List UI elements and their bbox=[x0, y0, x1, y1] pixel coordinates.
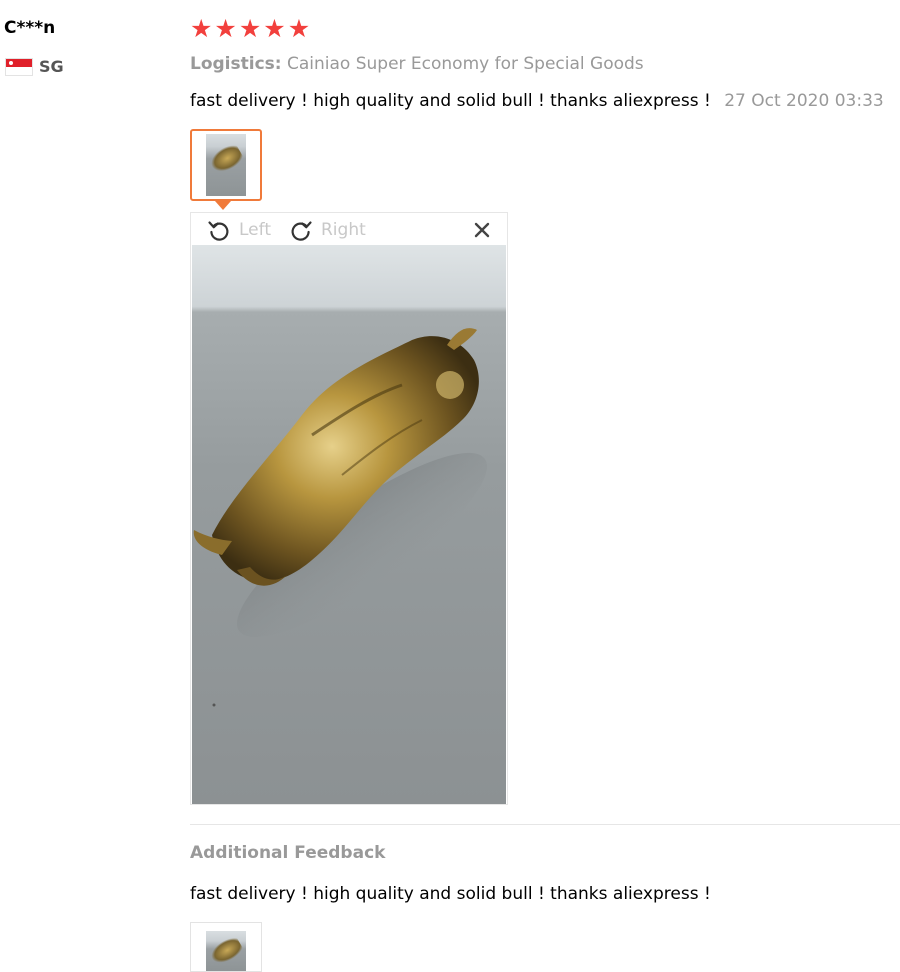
review-text: fast delivery ! high quality and solid b… bbox=[190, 91, 711, 111]
section-divider bbox=[190, 824, 900, 825]
rotate-left-label: Left bbox=[239, 220, 271, 240]
reviewer-name: C***n bbox=[4, 18, 56, 38]
thumbnail-image bbox=[206, 931, 246, 971]
star-icon: ★ bbox=[287, 14, 311, 43]
rotate-left-icon bbox=[208, 221, 229, 241]
brass-bull-figurine-image bbox=[193, 328, 487, 707]
rotate-right-button[interactable]: Right bbox=[289, 218, 366, 242]
star-icon: ★ bbox=[214, 14, 237, 43]
thumbnail-image bbox=[206, 134, 246, 196]
star-icon: ★ bbox=[238, 14, 262, 43]
singapore-flag-icon bbox=[5, 57, 33, 76]
logistics-label: Logistics: bbox=[190, 54, 282, 74]
additional-feedback-text: fast delivery ! high quality and solid b… bbox=[190, 884, 711, 904]
star-icon: ★ bbox=[190, 14, 213, 43]
rotate-left-button[interactable]: Left bbox=[207, 218, 271, 242]
close-icon[interactable] bbox=[471, 219, 493, 241]
thumbnail-pointer bbox=[215, 201, 231, 210]
photo-viewer: Left Right bbox=[190, 212, 508, 805]
review-photo bbox=[192, 245, 506, 804]
reviewer-country: SG bbox=[5, 57, 64, 76]
star-icon: ★ bbox=[263, 14, 286, 43]
review-date: 27 Oct 2020 03:33 bbox=[724, 91, 884, 111]
logistics-value: Cainiao Super Economy for Special Goods bbox=[286, 54, 644, 74]
rotate-right-label: Right bbox=[321, 220, 366, 240]
photo-viewer-toolbar: Left Right bbox=[191, 213, 507, 245]
review-photo-thumbnail[interactable] bbox=[190, 129, 262, 201]
star-rating: ★ ★ ★ ★ ★ bbox=[190, 16, 310, 42]
additional-photo-thumbnail[interactable] bbox=[190, 922, 262, 972]
country-code: SG bbox=[39, 57, 64, 76]
rotate-right-icon bbox=[291, 221, 312, 241]
logistics-info: Logistics: Cainiao Super Economy for Spe… bbox=[190, 54, 644, 74]
review-content: fast delivery ! high quality and solid b… bbox=[190, 91, 884, 111]
additional-feedback-title: Additional Feedback bbox=[190, 843, 386, 863]
